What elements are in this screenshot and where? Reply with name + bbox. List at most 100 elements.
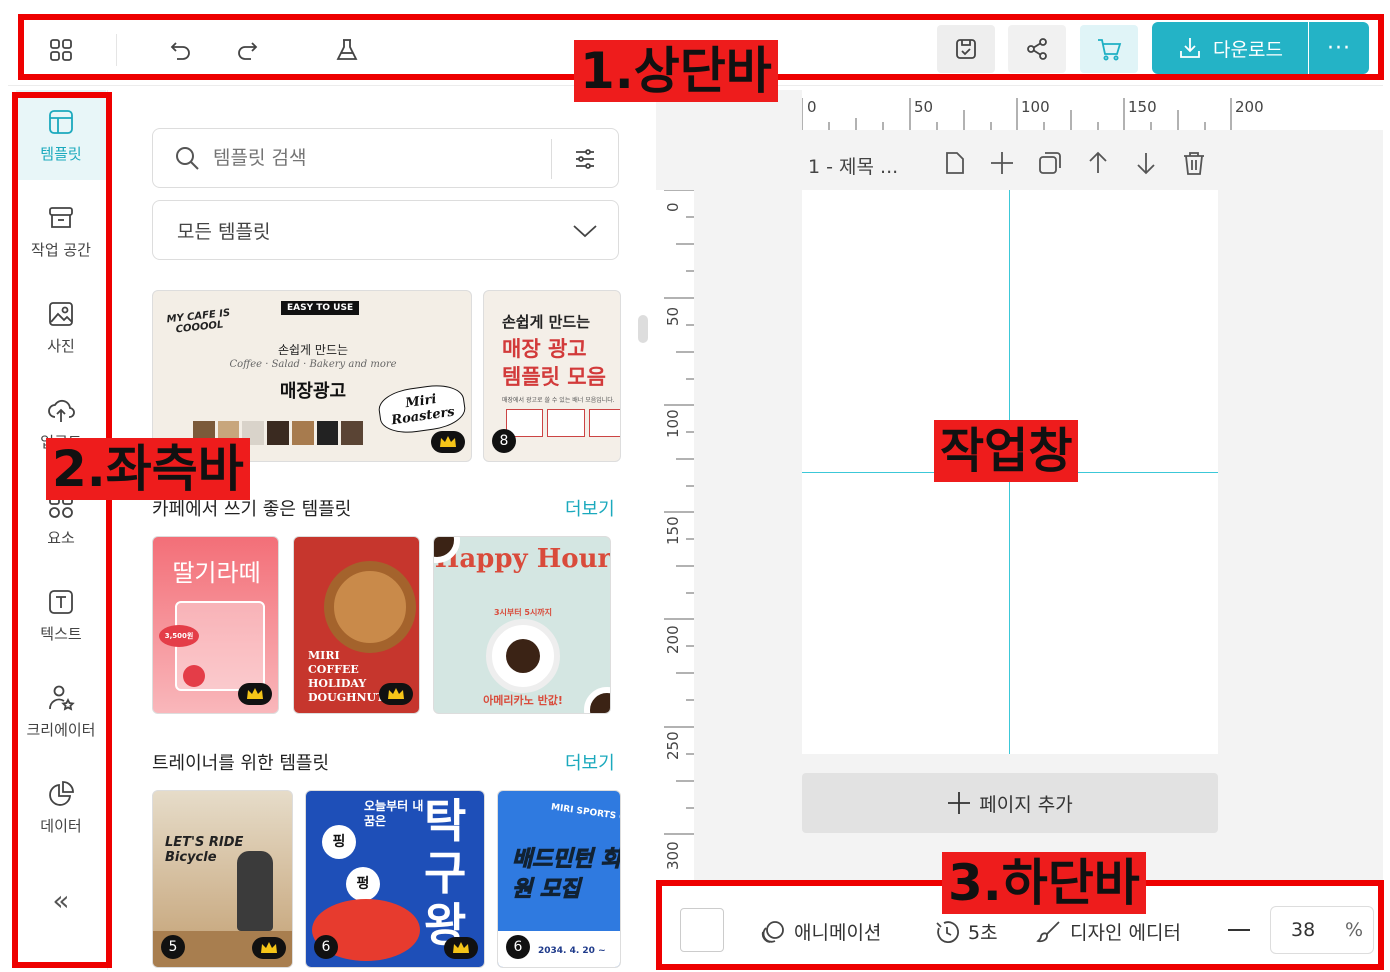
zoom-field[interactable]: % (1270, 906, 1374, 954)
thumb-text: 손쉽게 만드는 (502, 313, 591, 331)
flask-icon[interactable] (332, 35, 362, 65)
section-title: 트레이너를 위한 템플릿 (152, 753, 330, 774)
more-icon: ··· (1327, 35, 1351, 61)
premium-crown-icon (379, 683, 413, 705)
ruler-label: 50 (914, 98, 934, 116)
animation-button[interactable]: 애니메이션 (760, 918, 881, 945)
thumb-text: 펑 (346, 867, 380, 901)
add-page-button[interactable]: 페이지 추가 (802, 773, 1218, 833)
share-button[interactable] (1008, 25, 1066, 73)
premium-crown-icon (238, 683, 272, 705)
filter-sliders-icon[interactable] (573, 147, 597, 171)
divider (116, 34, 117, 66)
page-title[interactable]: 1 - 제목 ... (808, 152, 898, 179)
animation-icon (761, 920, 784, 943)
user-star-icon (49, 685, 75, 711)
ruler-label: 250 (664, 731, 682, 760)
ruler-label: 0 (807, 98, 817, 116)
sidebar-item-label: 작업 공간 (31, 240, 91, 259)
download-icon (1180, 38, 1200, 58)
thumb-text: 탁구왕 (424, 794, 467, 952)
template-thumbnail-bicycle[interactable]: LET'S RIDE Bicycle 5 (152, 790, 293, 968)
annotation-label-workspace: 작업창 (934, 420, 1079, 482)
template-search-box[interactable] (152, 128, 619, 188)
cart-button[interactable] (1080, 25, 1138, 73)
zoom-out-icon[interactable] (1228, 929, 1250, 931)
timer-icon (936, 920, 960, 943)
coffee-cup-shape (486, 619, 560, 693)
template-thumbnail-table-tennis[interactable]: 오늘부터 내 꿈은 탁구왕 핑 펑 6 (305, 790, 485, 968)
panel-scrollbar[interactable] (638, 315, 648, 343)
duration-button[interactable]: 5초 (934, 918, 998, 945)
page-notes-icon[interactable] (939, 148, 969, 178)
sidebar-item-creator[interactable]: 크리에이터 (16, 666, 106, 756)
trash-icon[interactable] (1179, 148, 1209, 178)
arrow-down-icon[interactable] (1131, 148, 1161, 178)
sidebar-item-label: 크리에이터 (26, 720, 96, 739)
apps-grid-icon[interactable] (46, 35, 76, 65)
redo-icon[interactable] (232, 35, 262, 65)
thumb-text: MY CAFE IS COOOOL (166, 307, 231, 336)
save-button[interactable] (937, 25, 995, 73)
ruler-ticks (802, 98, 1232, 130)
sidebar-item-data[interactable]: 데이터 (16, 762, 106, 852)
canvas-area: 0 50 100 150 200 0 50 100 150 200 250 30… (656, 90, 1383, 880)
template-category-select[interactable]: 모든 템플릿 (152, 200, 619, 260)
select-value: 모든 템플릿 (177, 220, 271, 243)
thumb-text: 딸기라떼 (172, 559, 261, 587)
sidebar-item-text[interactable]: 텍스트 (16, 570, 106, 660)
template-thumbnail-badminton[interactable]: MIRI SPORTS CLUB 배드민턴 회원 모집 2034. 4. 20 … (497, 790, 621, 968)
thumb-text: 매장 광고 (502, 337, 587, 361)
thumb-text: Happy Hour (434, 544, 611, 574)
ruler-label: 200 (1235, 98, 1264, 116)
duration-label: 5초 (968, 922, 998, 944)
strawberry-shape (183, 665, 205, 687)
download-label: 다운로드 (1213, 38, 1283, 61)
left-sidebar: 템플릿 작업 공간 사진 업로드 요소 텍스트 크리에이터 데이터 « (8, 90, 108, 970)
collapse-sidebar-button[interactable]: « (16, 870, 106, 930)
layout-icon (49, 109, 73, 134)
archive-icon (49, 206, 73, 228)
ruler-label: 50 (664, 306, 682, 326)
background-color-swatch[interactable] (680, 908, 724, 952)
page-count-badge: 6 (506, 935, 530, 959)
page-count-badge: 6 (314, 935, 338, 959)
arrow-up-icon[interactable] (1083, 148, 1113, 178)
template-thumbnail-holiday-doughnut[interactable]: MIRI COFFEE HOLIDAY DOUGHNUT (293, 536, 420, 714)
more-options-button[interactable]: ··· (1309, 22, 1369, 74)
ruler-horizontal: 0 50 100 150 200 (802, 90, 1383, 130)
plus-icon (948, 792, 971, 814)
thumb-text: MIRI COFFEE HOLIDAY DOUGHNUT (308, 649, 385, 704)
design-editor-button[interactable]: 디자인 에디터 (1036, 918, 1181, 945)
template-thumbnail-cafe-ad[interactable]: MY CAFE IS COOOOL EASY TO USE 손쉽게 만드는 Co… (152, 290, 472, 462)
doughnut-shape (324, 561, 416, 653)
add-icon[interactable] (987, 148, 1017, 178)
sidebar-item-templates[interactable]: 템플릿 (16, 90, 106, 180)
cyclist-silhouette (237, 851, 273, 931)
cart-icon (1098, 39, 1122, 61)
thumb-text: 2034. 4. 20 ~ (538, 946, 606, 956)
chevron-down-icon (573, 225, 597, 238)
more-link[interactable]: 더보기 (565, 749, 615, 775)
sidebar-item-label: 텍스트 (40, 624, 82, 643)
annotation-label-topbar: 1.상단바 (574, 40, 778, 102)
animation-label: 애니메이션 (794, 922, 882, 944)
duplicate-icon[interactable] (1035, 148, 1065, 178)
template-thumbnail-happy-hour[interactable]: Happy Hour 3시부터 5시까지 아메리카노 반값! (433, 536, 611, 714)
template-thumbnail-strawberry-latte[interactable]: 딸기라떼 3,500원 (152, 536, 279, 714)
zoom-unit: % (1344, 919, 1363, 941)
more-link[interactable]: 더보기 (565, 495, 615, 521)
template-thumbnail-store-ad-collection[interactable]: 손쉽게 만드는 매장 광고 템플릿 모음 매장에서 광고로 쓸 수 있는 배너 … (483, 290, 621, 462)
download-button[interactable]: 다운로드 (1152, 22, 1308, 74)
save-icon (956, 39, 976, 59)
template-panel: 모든 템플릿 MY CAFE IS COOOOL EASY TO USE 손쉽게… (113, 90, 653, 970)
ruler-label: 0 (664, 202, 682, 212)
search-input[interactable] (213, 147, 533, 169)
zoom-input[interactable] (1291, 919, 1331, 941)
thumb-text: 3시부터 5시까지 (493, 608, 553, 617)
sidebar-item-workspace[interactable]: 작업 공간 (16, 186, 106, 276)
sidebar-item-photos[interactable]: 사진 (16, 282, 106, 372)
premium-crown-icon (444, 937, 478, 959)
thumb-text: 핑 (322, 825, 356, 859)
undo-icon[interactable] (166, 35, 196, 65)
